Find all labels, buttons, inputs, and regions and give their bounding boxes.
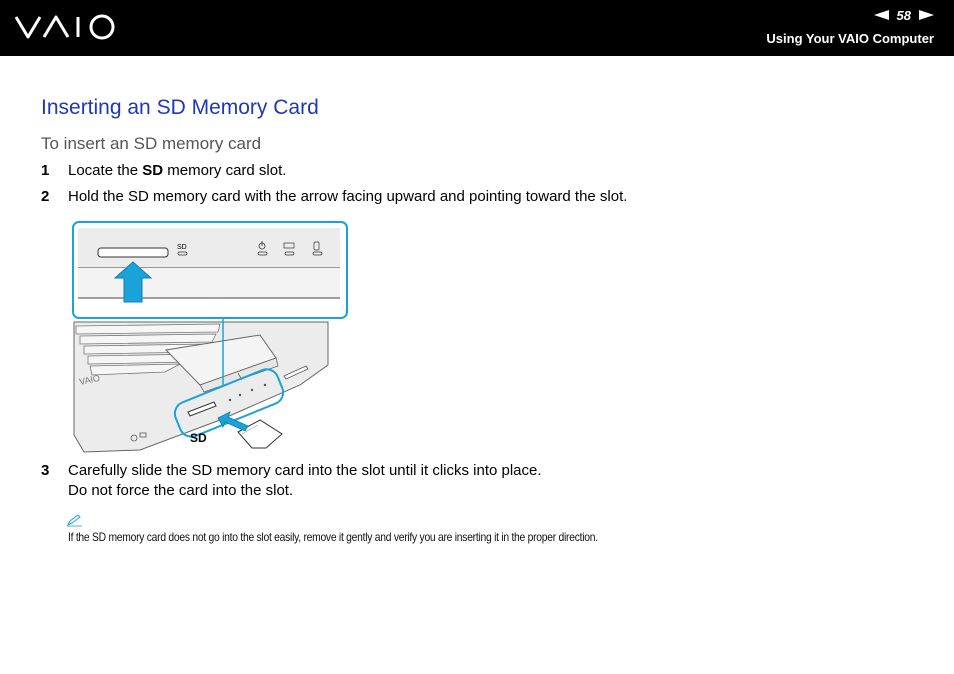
vaio-logo — [14, 14, 115, 40]
step-text: Locate the SD memory card slot. — [68, 162, 287, 179]
step-number: 1 — [41, 162, 50, 179]
previous-page-icon[interactable] — [873, 10, 889, 20]
sd-slot-illustration: VAIO SD SD — [72, 221, 348, 453]
step-number: 3 — [41, 462, 50, 479]
zoom-inset: SD — [72, 221, 348, 319]
section-title: Using Your VAIO Computer — [766, 31, 934, 46]
step-text: Hold the SD memory card with the arrow f… — [68, 188, 628, 205]
page-nav: 58 — [873, 6, 934, 24]
step-number: 2 — [41, 188, 50, 205]
step-text: Carefully slide the SD memory card into … — [68, 462, 542, 479]
slot-label: SD — [177, 244, 187, 251]
next-page-icon[interactable] — [919, 10, 934, 20]
note-text: If the SD memory card does not go into t… — [68, 530, 598, 544]
page-title: Inserting an SD Memory Card — [41, 96, 319, 119]
sd-label: SD — [190, 431, 207, 445]
header-bar: 58 Using Your VAIO Computer — [0, 0, 954, 56]
step-text-continued: Do not force the card into the slot. — [68, 482, 294, 499]
page-number: 58 — [896, 7, 911, 23]
note-pencil-icon — [66, 514, 82, 527]
procedure-title: To insert an SD memory card — [41, 134, 262, 153]
